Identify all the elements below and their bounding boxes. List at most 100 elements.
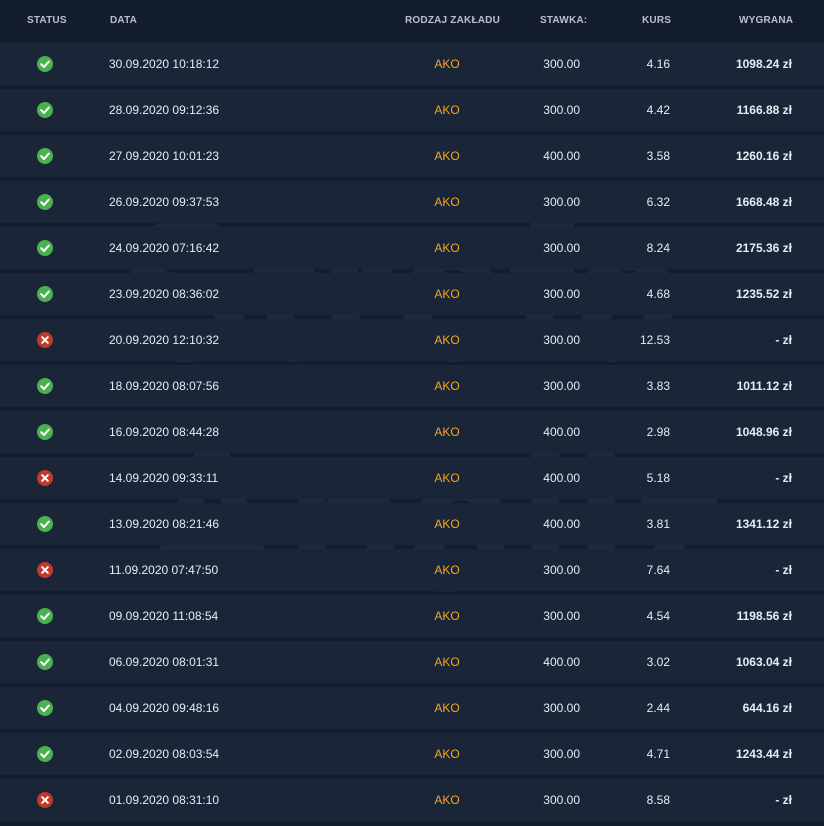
row-winnings: - zł xyxy=(775,333,792,347)
row-odds: 3.83 xyxy=(646,379,670,393)
row-bet-type: AKO xyxy=(434,747,460,761)
row-odds: 3.02 xyxy=(646,655,670,669)
row-stake: 300.00 xyxy=(543,195,580,209)
table-row: 24.09.2020 07:16:42 AKO 300.00 8.24 2175.36 … xyxy=(0,227,824,269)
check-circle-icon xyxy=(37,240,53,256)
table-row: 18.09.2020 08:07:56 AKO 300.00 3.83 1011.12 … xyxy=(0,365,824,407)
row-bet-type: AKO xyxy=(434,425,460,439)
table-row: 13.09.2020 08:21:46 AKO 400.00 3.81 1341.12 … xyxy=(0,503,824,545)
row-stake: 400.00 xyxy=(543,655,580,669)
row-stake: 300.00 xyxy=(543,609,580,623)
row-stake: 300.00 xyxy=(543,793,580,807)
row-stake: 300.00 xyxy=(543,103,580,117)
check-circle-icon xyxy=(37,608,53,624)
row-date: 24.09.2020 07:16:42 xyxy=(109,241,220,255)
header-date: DATA xyxy=(110,15,138,26)
row-odds: 6.32 xyxy=(646,195,670,209)
row-bet-type: AKO xyxy=(434,57,460,71)
row-odds: 5.18 xyxy=(646,471,670,485)
row-bet-type: AKO xyxy=(434,333,460,347)
row-odds: 12.53 xyxy=(639,333,670,347)
row-stake: 400.00 xyxy=(543,425,580,439)
row-winnings: 2175.36 zł xyxy=(735,241,792,255)
header-status: STATUS xyxy=(27,15,67,26)
row-winnings: - zł xyxy=(775,793,792,807)
row-odds: 2.44 xyxy=(646,701,670,715)
check-circle-icon xyxy=(37,516,53,532)
row-date: 13.09.2020 08:21:46 xyxy=(109,517,220,531)
row-date: 11.09.2020 07:47:50 xyxy=(109,563,219,577)
table-row: 23.09.2020 08:36:02 AKO 300.00 4.68 1235.52 … xyxy=(0,273,824,315)
row-bet-type: AKO xyxy=(434,471,460,485)
row-winnings: 1235.52 zł xyxy=(735,287,792,301)
row-stake: 300.00 xyxy=(543,563,580,577)
header-winnings: WYGRANA xyxy=(739,15,794,26)
row-date: 06.09.2020 08:01:31 xyxy=(109,655,220,669)
row-odds: 8.24 xyxy=(646,241,670,255)
row-stake: 300.00 xyxy=(543,57,580,71)
row-bet-type: AKO xyxy=(434,793,460,807)
check-circle-icon xyxy=(37,654,53,670)
row-winnings: 1063.04 zł xyxy=(735,655,792,669)
row-bet-type: AKO xyxy=(434,103,460,117)
table-row: 06.09.2020 08:01:31 AKO 400.00 3.02 1063.04 … xyxy=(0,641,824,683)
row-winnings: 1011.12 zł xyxy=(736,379,792,393)
table-row: 16.09.2020 08:44:28 AKO 400.00 2.98 1048.96 … xyxy=(0,411,824,453)
table-row: 14.09.2020 09:33:11 AKO 400.00 5.18 - zł xyxy=(0,457,824,499)
check-circle-icon xyxy=(37,56,53,72)
row-bet-type: AKO xyxy=(434,609,460,623)
table-body: 30.09.2020 10:18:12 AKO 300.00 4.16 1098.24 … xyxy=(0,43,824,821)
row-odds: 2.98 xyxy=(646,425,670,439)
row-bet-type: AKO xyxy=(434,517,460,531)
table-row: 28.09.2020 09:12:36 AKO 300.00 4.42 1166.88 … xyxy=(0,89,824,131)
row-winnings: 1260.16 zł xyxy=(735,149,792,163)
row-date: 27.09.2020 10:01:23 xyxy=(109,149,220,163)
check-circle-icon xyxy=(37,700,53,716)
header-bet-type: RODZAJ ZAKŁADU xyxy=(405,15,501,26)
row-date: 01.09.2020 08:31:10 xyxy=(109,793,220,807)
row-winnings: 1098.24 zł xyxy=(735,57,792,71)
row-date: 30.09.2020 10:18:12 xyxy=(109,57,220,71)
row-bet-type: AKO xyxy=(434,149,460,163)
row-winnings: 1198.56 zł xyxy=(736,609,792,623)
table-row: 02.09.2020 08:03:54 AKO 300.00 4.71 1243.44 … xyxy=(0,733,824,775)
check-circle-icon xyxy=(37,286,53,302)
row-odds: 4.54 xyxy=(646,609,670,623)
row-winnings: 1166.88 zł xyxy=(736,103,792,117)
row-winnings: 1341.12 zł xyxy=(735,517,792,531)
row-date: 14.09.2020 09:33:11 xyxy=(109,471,219,485)
table-row: 04.09.2020 09:48:16 AKO 300.00 2.44 644.16 z… xyxy=(0,687,824,729)
row-stake: 300.00 xyxy=(543,701,580,715)
table-header: STATUS DATA RODZAJ ZAKŁADU STAWKA: KURS … xyxy=(0,0,824,43)
bet-history-panel: Strefa Analiz STATUS DATA RODZAJ ZAKŁADU… xyxy=(0,0,824,826)
check-circle-icon xyxy=(37,378,53,394)
row-date: 26.09.2020 09:37:53 xyxy=(109,195,220,209)
row-odds: 4.16 xyxy=(646,57,670,71)
row-bet-type: AKO xyxy=(434,655,460,669)
x-circle-icon xyxy=(37,332,53,348)
row-odds: 4.68 xyxy=(646,287,670,301)
table-row: 11.09.2020 07:47:50 AKO 300.00 7.64 - zł xyxy=(0,549,824,591)
row-bet-type: AKO xyxy=(434,379,460,393)
row-winnings: 1243.44 zł xyxy=(735,747,792,761)
row-date: 20.09.2020 12:10:32 xyxy=(109,333,220,347)
row-odds: 4.42 xyxy=(646,103,670,117)
table-row: 09.09.2020 11:08:54 AKO 300.00 4.54 1198.56 … xyxy=(0,595,824,637)
x-circle-icon xyxy=(37,562,53,578)
row-winnings: 1048.96 zł xyxy=(735,425,792,439)
check-circle-icon xyxy=(37,148,53,164)
table-row: 27.09.2020 10:01:23 AKO 400.00 3.58 1260.16 … xyxy=(0,135,824,177)
row-stake: 400.00 xyxy=(543,517,580,531)
row-odds: 8.58 xyxy=(646,793,670,807)
row-bet-type: AKO xyxy=(434,195,460,209)
row-stake: 300.00 xyxy=(543,241,580,255)
row-date: 28.09.2020 09:12:36 xyxy=(109,103,220,117)
row-stake: 300.00 xyxy=(543,287,580,301)
table-row: 26.09.2020 09:37:53 AKO 300.00 6.32 1668.48 … xyxy=(0,181,824,223)
check-circle-icon xyxy=(37,102,53,118)
table-row: 20.09.2020 12:10:32 AKO 300.00 12.53 - zł xyxy=(0,319,824,361)
row-date: 16.09.2020 08:44:28 xyxy=(109,425,220,439)
row-stake: 400.00 xyxy=(543,471,580,485)
row-bet-type: AKO xyxy=(434,241,460,255)
row-bet-type: AKO xyxy=(434,287,460,301)
